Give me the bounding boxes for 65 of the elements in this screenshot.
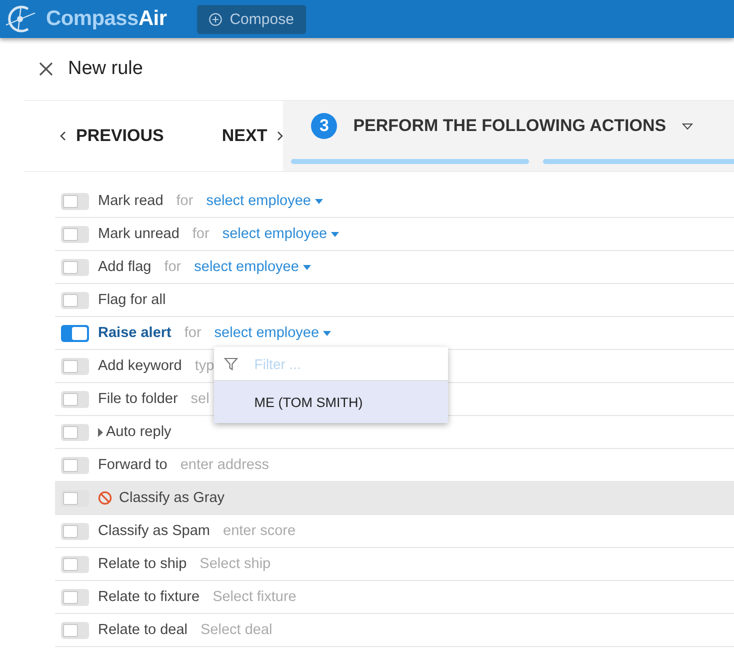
input-placeholder[interactable]: typ bbox=[194, 358, 214, 374]
action-label: Raise alert bbox=[98, 325, 172, 341]
toggle-switch[interactable] bbox=[61, 622, 89, 638]
toggle-switch[interactable] bbox=[61, 588, 89, 606]
filter-field[interactable]: Filter ... bbox=[252, 354, 436, 372]
compose-button[interactable]: Compose bbox=[196, 4, 306, 34]
close-icon[interactable] bbox=[38, 61, 54, 77]
employee-select[interactable]: select employee bbox=[222, 226, 340, 242]
toggle-switch[interactable] bbox=[61, 522, 89, 540]
action-label: Classify as Spam bbox=[98, 523, 210, 539]
for-label: for bbox=[184, 325, 202, 341]
toggle-switch[interactable] bbox=[61, 490, 89, 506]
for-label: for bbox=[192, 226, 210, 242]
action-label: Relate to ship bbox=[98, 556, 187, 572]
caret-icon bbox=[331, 232, 340, 236]
toggle-switch[interactable] bbox=[61, 192, 89, 210]
action-label: Add keyword bbox=[98, 358, 182, 374]
toggle-switch[interactable] bbox=[61, 226, 89, 242]
caret-icon bbox=[314, 198, 323, 204]
employee-select[interactable]: select employee bbox=[214, 325, 332, 341]
compass-logo-icon bbox=[4, 3, 38, 35]
input-placeholder[interactable]: sel bbox=[190, 391, 210, 407]
toggle-switch[interactable] bbox=[61, 556, 89, 572]
filter-icon bbox=[224, 356, 238, 370]
action-label: Mark unread bbox=[98, 226, 180, 242]
employee-select[interactable]: select employee bbox=[194, 259, 311, 275]
action-label: Add flag bbox=[98, 259, 152, 275]
for-label: for bbox=[176, 193, 194, 209]
prohibited-icon bbox=[98, 491, 112, 505]
toggle-switch[interactable] bbox=[61, 324, 89, 342]
caret-down-icon[interactable] bbox=[682, 122, 694, 130]
toggle-switch[interactable] bbox=[61, 358, 89, 374]
step-title[interactable]: PERFORM THE FOLLOWING ACTIONS bbox=[353, 116, 666, 136]
toggle-switch[interactable] bbox=[61, 258, 89, 276]
action-label: Auto reply bbox=[106, 424, 172, 440]
action-label: Mark read bbox=[98, 193, 164, 209]
action-label: Relate to deal bbox=[98, 622, 188, 638]
input-placeholder[interactable]: Select fixture bbox=[212, 589, 296, 605]
expand-icon[interactable] bbox=[98, 428, 103, 436]
caret-icon bbox=[323, 330, 332, 336]
input-placeholder[interactable]: Select ship bbox=[200, 556, 271, 572]
toggle-switch[interactable] bbox=[61, 456, 89, 474]
input-placeholder[interactable]: Select deal bbox=[200, 622, 272, 638]
app-logo: CompassAir bbox=[46, 7, 167, 31]
action-label: File to folder bbox=[98, 391, 178, 407]
input-placeholder[interactable]: enter address bbox=[180, 457, 269, 473]
action-label: Flag for all bbox=[98, 292, 166, 308]
input-placeholder[interactable]: enter score bbox=[223, 523, 296, 539]
page-title: New rule bbox=[68, 58, 143, 80]
toggle-switch[interactable] bbox=[61, 390, 89, 408]
action-label: Forward to bbox=[98, 457, 168, 473]
plus-circle-icon bbox=[208, 12, 222, 26]
toggle-switch[interactable] bbox=[61, 424, 89, 440]
previous-button[interactable]: PREVIOUS bbox=[60, 126, 164, 146]
for-label: for bbox=[164, 259, 182, 275]
step-number: 3 bbox=[311, 113, 338, 139]
chevron-left-icon bbox=[60, 131, 66, 141]
action-label: Classify as Gray bbox=[119, 490, 225, 506]
toggle-switch[interactable] bbox=[61, 292, 89, 308]
action-label: Relate to fixture bbox=[98, 589, 200, 605]
dropdown-option[interactable]: ME (TOM SMITH) bbox=[214, 381, 448, 423]
chevron-right-icon bbox=[277, 131, 284, 141]
caret-icon bbox=[302, 264, 311, 270]
employee-select[interactable]: select employee bbox=[206, 193, 323, 209]
next-button[interactable]: NEXT bbox=[222, 126, 284, 146]
